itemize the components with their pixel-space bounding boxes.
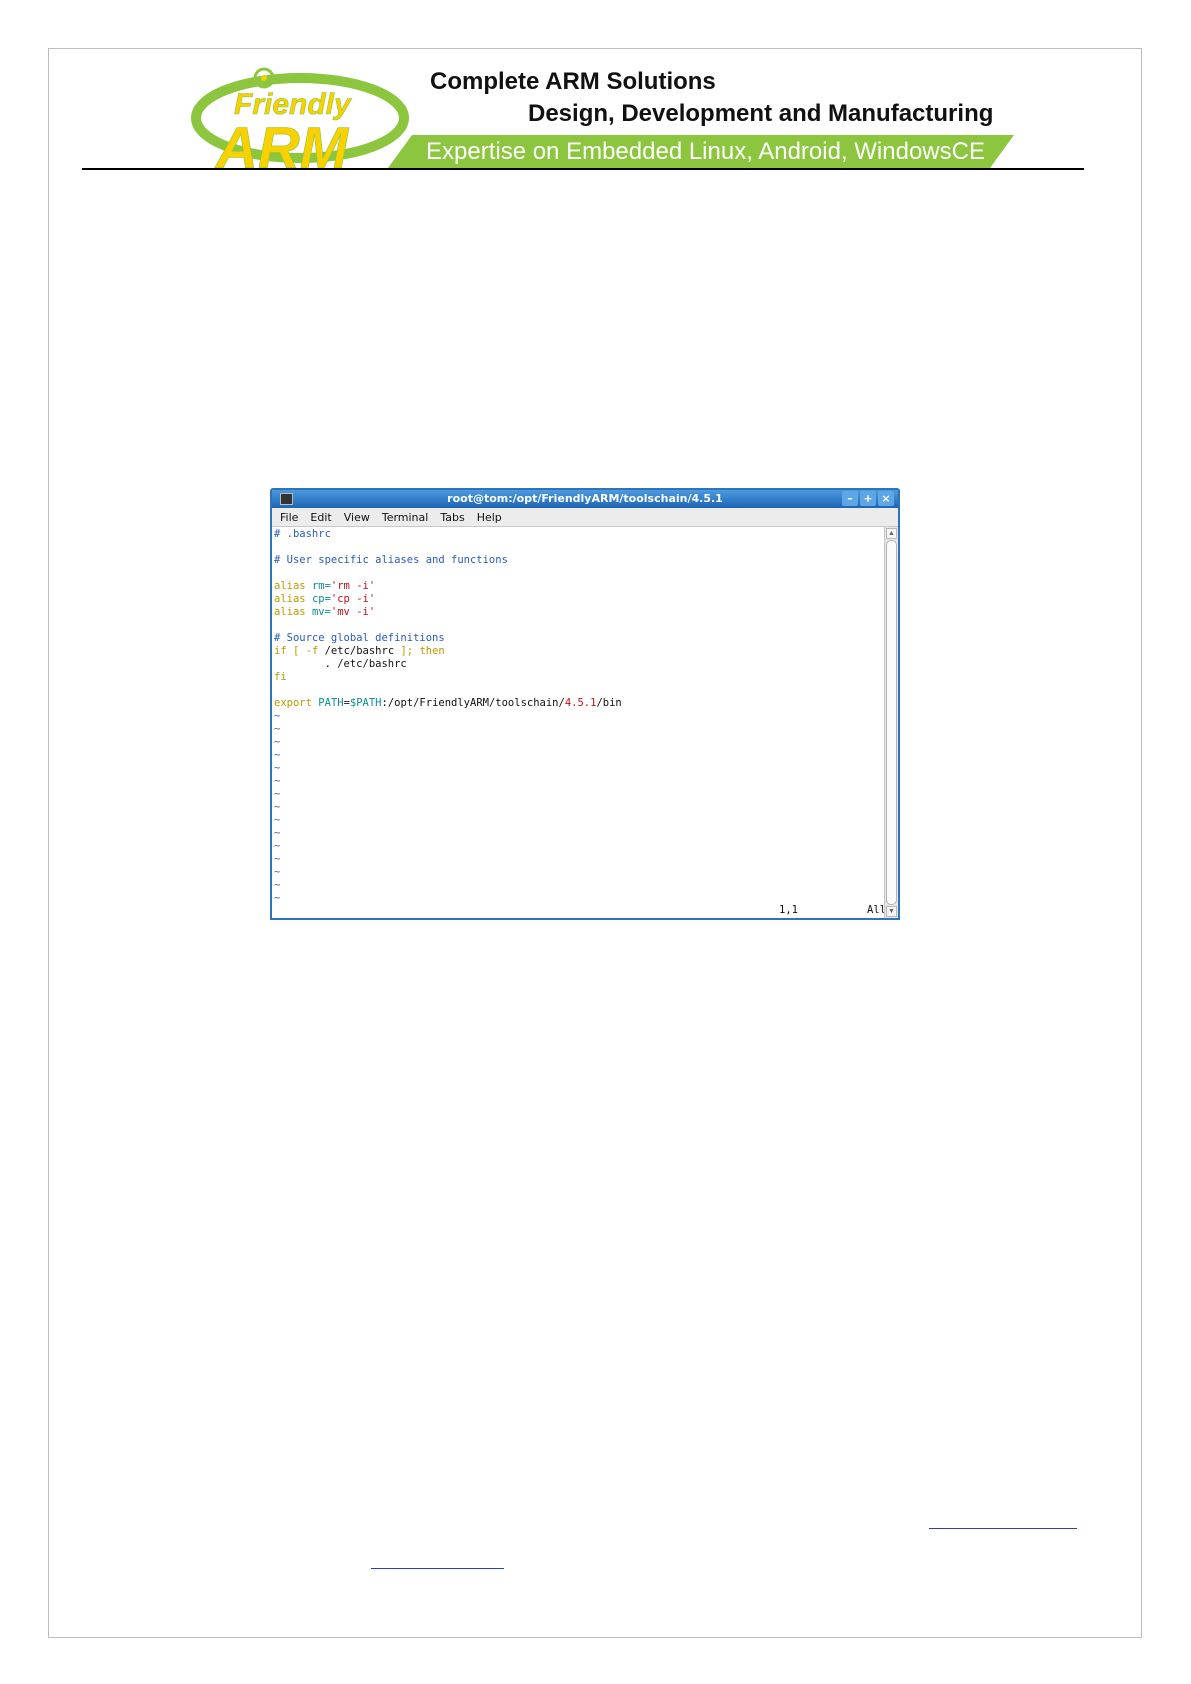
export-keyword: export (274, 697, 312, 709)
terminal-scrollbar[interactable]: ▲ ▼ (884, 527, 898, 918)
test-close: ]; (400, 645, 414, 657)
menu-file[interactable]: File (280, 511, 298, 524)
scroll-thumb[interactable] (886, 540, 897, 905)
tilde-line: ~ (274, 814, 281, 826)
path-version: 4.5.1 (564, 697, 597, 709)
banner-text: Expertise on Embedded Linux, Android, Wi… (426, 138, 985, 165)
maximize-button[interactable]: + (860, 491, 876, 506)
alias-keyword: alias (274, 606, 306, 618)
then-keyword: then (419, 645, 445, 657)
test-open: [ -f (292, 645, 319, 657)
code-line: # Source global definitions (274, 632, 445, 644)
alias-keyword: alias (274, 580, 306, 592)
tilde-line: ~ (274, 710, 281, 722)
menu-edit[interactable]: Edit (310, 511, 331, 524)
menu-view[interactable]: View (344, 511, 370, 524)
tilde-line: ~ (274, 827, 281, 839)
vim-status-line: 1,1 All (274, 904, 886, 917)
terminal-content[interactable]: # .bashrc # User specific aliases and fu… (272, 527, 886, 918)
menu-help[interactable]: Help (477, 511, 502, 524)
tilde-line: ~ (274, 723, 281, 735)
banner: Expertise on Embedded Linux, Android, Wi… (388, 135, 1014, 168)
path-var: PATH (318, 697, 344, 709)
link-underline[interactable] (371, 1568, 504, 1569)
tilde-line: ~ (274, 775, 281, 787)
tilde-line: ~ (274, 801, 281, 813)
friendlyarm-logo: Friendly ARM (191, 67, 409, 170)
cursor-position: 1,1 (779, 904, 798, 916)
header-rule (82, 168, 1084, 170)
terminal-title: root@tom:/opt/FriendlyARM/toolschain/4.5… (447, 492, 723, 505)
alias-name: rm= (311, 580, 331, 592)
dollar-path: $PATH (349, 697, 382, 709)
tagline-line1: Complete ARM Solutions (430, 68, 716, 95)
close-button[interactable]: × (878, 491, 894, 506)
test-path: /etc/bashrc (324, 645, 395, 657)
menu-terminal[interactable]: Terminal (382, 511, 429, 524)
tilde-line: ~ (274, 788, 281, 800)
code-line: . /etc/bashrc (274, 658, 407, 670)
link-underline[interactable] (929, 1528, 1077, 1529)
if-keyword: if (274, 645, 287, 657)
fi-keyword: fi (274, 671, 287, 683)
scroll-up-icon[interactable]: ▲ (886, 528, 897, 539)
code-line: # User specific aliases and functions (274, 554, 508, 566)
tilde-line: ~ (274, 736, 281, 748)
path-prefix: :/opt/FriendlyARM/toolschain/ (381, 697, 565, 709)
minimize-button[interactable]: – (842, 491, 858, 506)
tilde-line: ~ (274, 866, 281, 878)
tilde-line: ~ (274, 853, 281, 865)
terminal-window: root@tom:/opt/FriendlyARM/toolschain/4.5… (270, 488, 900, 920)
alias-name: mv= (311, 606, 331, 618)
logo-word-arm: ARM (214, 116, 350, 170)
tilde-line: ~ (274, 762, 281, 774)
terminal-menubar: File Edit View Terminal Tabs Help (272, 508, 898, 527)
tilde-line: ~ (274, 879, 281, 891)
alias-value: 'cp -i' (330, 593, 376, 605)
alias-value: 'mv -i' (330, 606, 376, 618)
tilde-line: ~ (274, 749, 281, 761)
alias-name: cp= (311, 593, 331, 605)
menu-tabs[interactable]: Tabs (440, 511, 464, 524)
terminal-titlebar[interactable]: root@tom:/opt/FriendlyARM/toolschain/4.5… (272, 490, 898, 508)
code-line: # .bashrc (274, 528, 331, 540)
alias-value: 'rm -i' (330, 580, 376, 592)
scroll-down-icon[interactable]: ▼ (886, 906, 897, 917)
tilde-line: ~ (274, 892, 281, 904)
path-suffix: /bin (596, 697, 622, 709)
tilde-line: ~ (274, 840, 281, 852)
alias-keyword: alias (274, 593, 306, 605)
tagline-line2: Design, Development and Manufacturing (528, 100, 994, 127)
